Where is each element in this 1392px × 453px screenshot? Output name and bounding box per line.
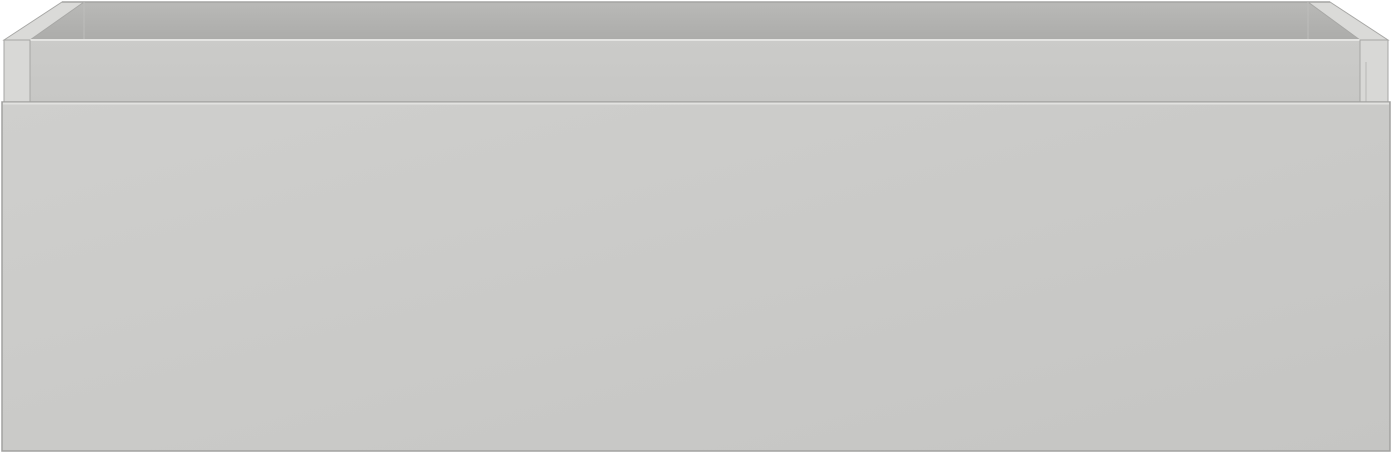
drawer-left-side: [3, 39, 31, 103]
drawer-scene: [0, 0, 1392, 453]
drawer-right-side: [1359, 39, 1389, 103]
drawer-inner-ledge: [30, 40, 1360, 102]
drawer-front-panel: [1, 101, 1391, 452]
drawer-back-wall: [30, 2, 1360, 40]
drawer-illustration: [1, 1, 1391, 452]
